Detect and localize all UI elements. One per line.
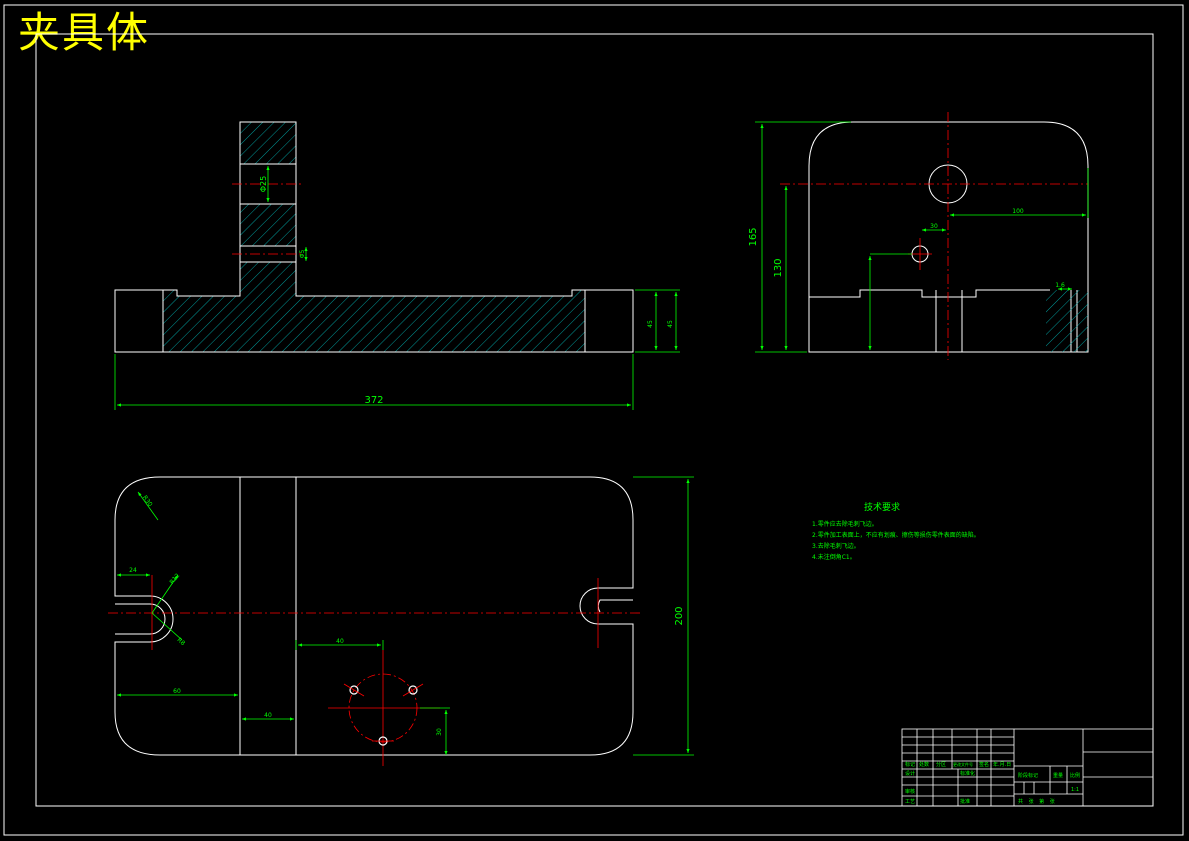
dim-overall-length: 372 — [364, 395, 383, 406]
side-base-line — [809, 289, 1050, 298]
outer-frame — [3, 4, 1184, 836]
tb-standardize: 标准化 — [960, 770, 975, 777]
technical-requirement-3: 3.去除毛刺飞边。 — [812, 543, 860, 550]
tb-mark: 标记 — [905, 761, 915, 768]
upright-hatch-mid — [240, 204, 296, 246]
tb-weight: 重量 — [1053, 772, 1063, 779]
side-view — [808, 121, 1089, 353]
tb-date: 年.月.日 — [993, 761, 1011, 768]
tb-approve: 批准 — [960, 798, 970, 805]
tb-sheet: 共 张 第 张 — [1018, 798, 1057, 805]
side-dimensions — [755, 121, 1089, 353]
technical-requirements: 技术要求 1.零件应去除毛刺飞边。 2.零件加工表面上，不应有划痕、擦伤等损伤零… — [812, 500, 980, 563]
plan-dimensions — [117, 476, 694, 756]
inner-frame — [35, 33, 1154, 807]
dim-side-offset: 100 — [1012, 208, 1024, 215]
tb-zone: 分区 — [936, 761, 946, 768]
front-dimensions — [114, 166, 680, 410]
right-slot-inner — [597, 599, 633, 613]
left-slot-inner — [115, 603, 166, 635]
dim-base-height: 45 — [647, 320, 654, 328]
front-view — [114, 121, 634, 353]
tb-scale: 比例 — [1070, 772, 1080, 779]
dim-side-height: 165 — [748, 227, 759, 246]
dim-corner-radius: R30 — [141, 494, 154, 508]
upright-hatch-top — [240, 122, 296, 164]
title-block-text: 标记 处数 分区 更改文件号 签名 年.月.日 设计 标准化 审核 工艺 批准 … — [905, 761, 1080, 805]
dim-tab-width: 1.6 — [1055, 282, 1065, 289]
tb-design: 设计 — [905, 770, 915, 777]
dim-slot-radius: R12 — [168, 572, 181, 586]
side-hatch-area — [1046, 290, 1088, 352]
tb-count: 处数 — [919, 761, 929, 768]
dim-side-height-2: 130 — [773, 258, 784, 277]
tb-process: 工艺 — [905, 799, 915, 805]
dim-small-hole-diameter: Φ5 — [299, 250, 306, 259]
tb-review: 审核 — [905, 788, 915, 795]
plan-outline — [114, 476, 634, 756]
dim-bolt-offset: 30 — [436, 728, 443, 736]
technical-requirements-heading: 技术要求 — [864, 503, 901, 513]
tb-scale-value: 1:1 — [1071, 787, 1079, 793]
dim-plan-width: 200 — [674, 606, 685, 625]
technical-requirement-4: 4.未注倒角C1。 — [812, 554, 856, 561]
body-hatch — [163, 262, 585, 352]
dim-slot-radius-2: R8 — [176, 637, 187, 648]
plan-view — [114, 476, 634, 756]
dim-hole-offset: 30 — [930, 223, 938, 230]
dim-base-height-2: 45 — [667, 320, 674, 328]
tb-signature: 签名 — [979, 761, 989, 768]
dim-plan-x1: 60 — [173, 688, 181, 695]
technical-requirement-1: 1.零件应去除毛刺飞边。 — [812, 521, 878, 528]
dim-plan-x2: 40 — [264, 712, 272, 719]
tb-change-doc: 更改文件号 — [953, 761, 973, 767]
dim-plan-x3: 40 — [336, 638, 344, 645]
drawing-canvas: 372 45 45 Φ25 Φ5 165 130 100 30 1.6 200 … — [3, 4, 1184, 836]
dim-slot-width: 24 — [129, 567, 137, 574]
technical-requirement-2: 2.零件加工表面上，不应有划痕、擦伤等损伤零件表面的缺陷。 — [812, 532, 980, 539]
tb-stage-mark: 阶段标记 — [1018, 772, 1038, 779]
dim-hole-diameter: Φ25 — [259, 176, 268, 192]
